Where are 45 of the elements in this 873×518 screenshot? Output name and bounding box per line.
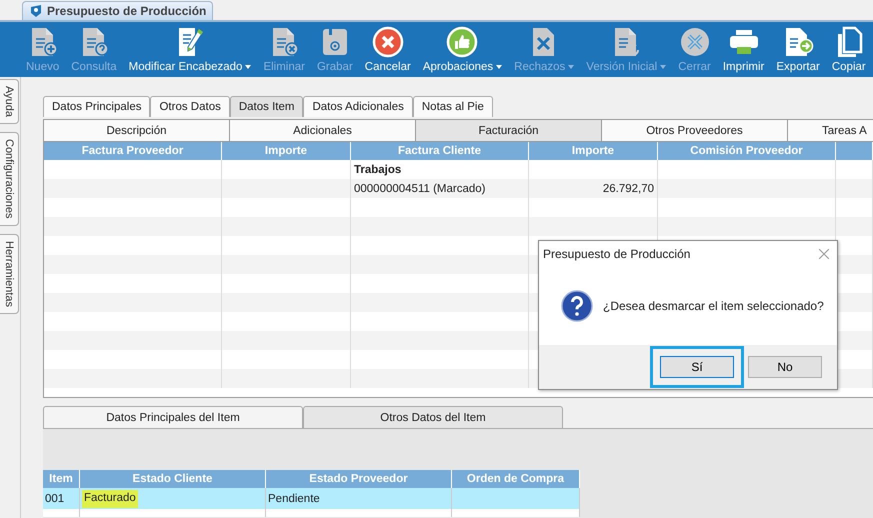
table-row[interactable]: 000000004511 (Marcado) 26.792,70	[44, 179, 873, 198]
table-cell: 000000004511 (Marcado)	[354, 182, 486, 194]
toolbar-button[interactable]: Imprimir	[718, 26, 768, 73]
tab[interactable]: Facturación	[416, 120, 602, 141]
tab[interactable]: Adicionales	[230, 120, 416, 141]
table-cell: 26.792,70	[602, 182, 654, 194]
toolbar-button[interactable]: Modificar Encabezado	[124, 26, 256, 73]
cancel-icon	[372, 26, 404, 58]
thumbs-up-icon	[446, 26, 478, 58]
table-row[interactable]: 001 Facturado Pendiente	[43, 488, 580, 509]
dialog-button[interactable]: Sí	[660, 356, 734, 378]
toolbar-button[interactable]: Exportar	[772, 26, 824, 73]
tab[interactable]: Datos Item	[230, 96, 304, 117]
side-tab[interactable]: Configuraciones	[0, 132, 19, 226]
dialog-message: ¿Desea desmarcar el item seleccionado?	[603, 299, 824, 313]
caret-icon	[496, 65, 502, 69]
toolbar-button[interactable]: Copiar	[828, 26, 870, 73]
dialog-button[interactable]: No	[748, 356, 822, 378]
side-tab[interactable]: Herramientas	[0, 234, 19, 314]
tab[interactable]: Descripción	[44, 120, 230, 141]
group-label: Trabajos	[354, 164, 402, 176]
logo-icon	[29, 4, 43, 18]
tab[interactable]: Otros Datos	[150, 96, 230, 117]
window-tab[interactable]: Presupuesto de Producción	[22, 1, 214, 20]
tab[interactable]: Otros Datos del Item	[303, 406, 563, 428]
side-tab[interactable]: Ayuda	[0, 79, 19, 124]
tab[interactable]: Datos Adicionales	[303, 96, 413, 117]
table-cell: Pendiente	[268, 492, 320, 504]
tab[interactable]: Datos Principales	[43, 96, 150, 117]
close-icon[interactable]	[819, 249, 829, 259]
question-icon	[561, 290, 593, 322]
caret-icon	[660, 65, 666, 69]
dialog-title: Presupuesto de Producción	[543, 247, 690, 261]
table-cell: 001	[45, 492, 64, 504]
toolbar-button[interactable]: Aprobaciones	[418, 26, 506, 73]
tab[interactable]: Otros Proveedores	[602, 120, 788, 141]
caret-icon	[568, 65, 574, 69]
toolbar-button[interactable]: Cancelar	[360, 26, 415, 73]
tab[interactable]: Tareas A	[788, 120, 873, 141]
close-circle-icon	[678, 26, 711, 58]
column-header[interactable]	[836, 142, 873, 160]
table-cell: Facturado	[82, 490, 138, 508]
tab[interactable]: Notas al Pie	[412, 96, 493, 117]
tab[interactable]: Datos Principales del Item	[43, 406, 303, 428]
caret-icon	[245, 65, 252, 69]
